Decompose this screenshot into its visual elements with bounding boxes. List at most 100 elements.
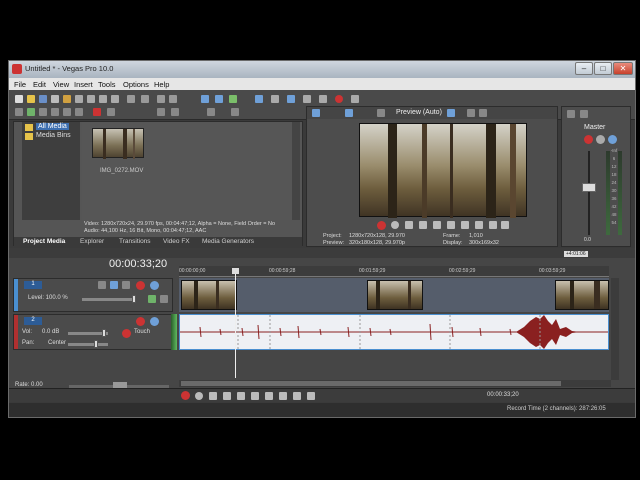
solo-icon[interactable] [150,317,159,326]
master-fx-icon[interactable] [608,135,617,144]
level-slider-knob[interactable] [132,295,136,303]
track-fx-icon[interactable] [110,281,118,289]
preview-quality-dropdown[interactable]: Preview (Auto) [396,109,442,116]
vertical-scrollbar[interactable] [292,122,300,220]
mute-icon[interactable] [136,317,145,326]
pan-slider-knob[interactable] [94,340,98,348]
render-icon[interactable] [63,95,71,103]
tree-item-all-media[interactable]: All Media [36,123,69,130]
auto-preview-icon[interactable] [157,108,165,116]
open-icon[interactable] [27,95,35,103]
menu-file[interactable]: File [14,80,26,89]
play-icon[interactable] [419,221,427,229]
close-button[interactable]: ✕ [613,62,633,75]
parent-icon[interactable] [160,295,168,303]
search-icon[interactable] [75,108,83,116]
stop-icon[interactable] [447,221,455,229]
selection-tool-icon[interactable] [303,95,311,103]
arm-record-icon[interactable] [122,329,131,338]
video-clip-thumbnail[interactable] [367,280,423,310]
views-icon[interactable] [171,108,179,116]
pan-slider[interactable] [68,343,108,346]
media-fx-icon[interactable] [107,108,115,116]
remove-media-icon[interactable] [93,108,101,116]
record-icon[interactable] [377,221,386,230]
play-from-start-icon[interactable] [405,221,413,229]
mixer-icon[interactable] [580,110,588,118]
menu-options[interactable]: Options [123,80,149,89]
automation-mode[interactable]: Touch [134,329,150,335]
tree-item-media-bins[interactable]: Media Bins [36,132,71,139]
tab-project-media[interactable]: Project Media [23,238,65,245]
record-tool-icon[interactable] [335,95,343,103]
maximize-button[interactable]: □ [594,62,612,75]
tool-icon-2[interactable] [169,95,177,103]
envelope-tool-icon[interactable] [287,95,295,103]
go-to-end-icon[interactable] [279,392,287,400]
get-media-icon[interactable] [51,108,59,116]
tool-icon-1[interactable] [157,95,165,103]
tab-transitions[interactable]: Transitions [119,238,151,245]
compositing-mode-icon[interactable] [148,295,156,303]
paste-icon[interactable] [99,95,107,103]
enable-snapping-icon[interactable] [201,95,209,103]
explorer-zoom-icon[interactable] [231,108,239,116]
video-track-lane[interactable] [179,278,609,312]
playhead-handle[interactable] [232,268,239,274]
minimize-button[interactable]: – [575,62,593,75]
media-thumbnail[interactable] [92,128,144,159]
stop-icon[interactable] [251,392,259,400]
previous-frame-icon[interactable] [489,221,497,229]
pause-icon[interactable] [433,221,441,229]
save-icon[interactable] [39,95,47,103]
new-icon[interactable] [15,95,23,103]
save-snapshot-icon[interactable] [479,109,487,117]
tab-video-fx[interactable]: Video FX [163,238,190,245]
go-to-end-icon[interactable] [475,221,483,229]
go-to-start-icon[interactable] [461,221,469,229]
mute-icon[interactable] [136,281,145,290]
play-icon[interactable] [223,392,231,400]
menu-help[interactable]: Help [154,80,169,89]
cut-icon[interactable] [75,95,83,103]
project-properties-icon[interactable] [312,109,320,117]
loop-playback-icon[interactable] [391,221,399,229]
go-to-start-icon[interactable] [265,392,273,400]
tab-explorer[interactable]: Explorer [80,238,104,245]
delete-icon[interactable] [111,95,119,103]
video-clip-thumbnail[interactable] [181,280,237,310]
ripple-edit-icon[interactable] [229,95,237,103]
previous-frame-icon[interactable] [293,392,301,400]
copy-snapshot-icon[interactable] [467,109,475,117]
get-photos-icon[interactable] [63,108,71,116]
bus-icon[interactable] [567,110,575,118]
explorer-views-icon[interactable] [207,108,215,116]
lock-envelopes-icon[interactable] [255,95,263,103]
menu-edit[interactable]: Edit [33,80,46,89]
playhead-cursor[interactable] [235,268,236,378]
properties-icon[interactable] [51,95,59,103]
normal-edit-tool-icon[interactable] [271,95,279,103]
audio-track-header[interactable]: 2 Vol: 0.0 dB Touch Pan: Center [13,314,173,350]
master-fader[interactable] [582,183,596,192]
master-mute-icon[interactable] [584,135,593,144]
import-media-icon[interactable] [27,108,35,116]
play-from-start-icon[interactable] [209,392,217,400]
explorer-back-icon[interactable] [15,108,23,116]
zoom-tool-icon[interactable] [319,95,327,103]
master-solo-icon[interactable] [596,135,605,144]
undo-icon[interactable] [127,95,135,103]
menu-insert[interactable]: Insert [74,80,93,89]
copy-icon[interactable] [87,95,95,103]
timeline-vertical-scrollbar[interactable] [611,278,619,380]
help-icon[interactable] [351,95,359,103]
menu-tools[interactable]: Tools [98,80,116,89]
time-ruler[interactable]: 00:00:00;00 00:00:59;28 00:01:59;29 00:0… [179,266,609,277]
video-clip-thumbnail[interactable] [555,280,609,310]
video-track-header[interactable]: 1 Level: 100.0 % [13,278,173,312]
next-frame-icon[interactable] [501,221,509,229]
track-motion-icon[interactable] [98,281,106,289]
volume-slider-knob[interactable] [102,329,106,337]
overlays-icon[interactable] [447,109,455,117]
record-icon[interactable] [181,391,190,400]
